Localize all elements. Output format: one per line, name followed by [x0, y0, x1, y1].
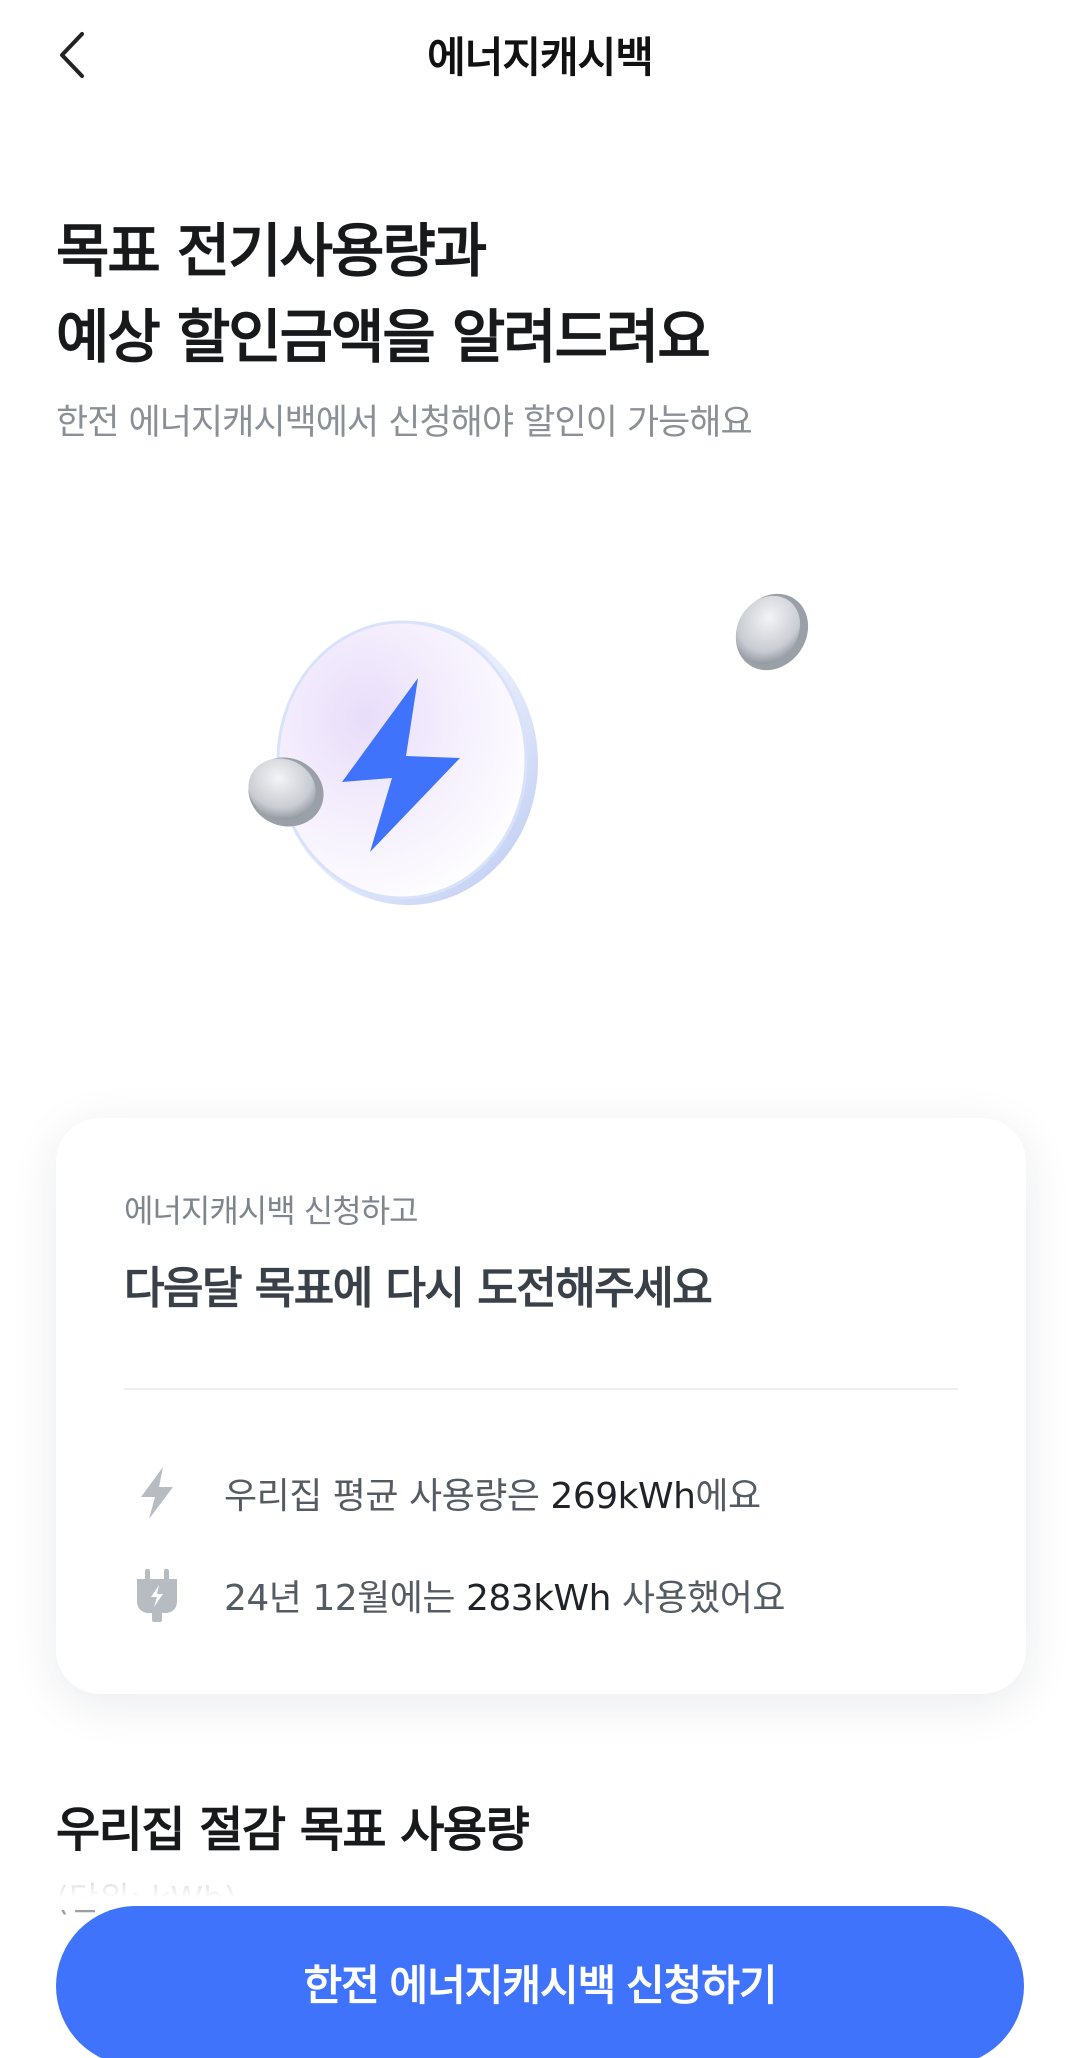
- plug-icon: [124, 1562, 190, 1628]
- divider: [124, 1388, 958, 1390]
- info-text-average: 우리집 평균 사용량은 269kWh에요: [224, 1476, 761, 1517]
- page-title: 에너지캐시백: [427, 33, 654, 82]
- last-month-usage-value: 283kWh: [465, 1578, 611, 1619]
- energy-coin-illustration: [248, 593, 809, 905]
- average-usage-value: 269kWh: [550, 1476, 696, 1517]
- card-subtitle: 에너지캐시백 신청하고: [124, 1192, 419, 1230]
- scroll-fade: [0, 1850, 1080, 1910]
- info-row-last-month: 24년 12월에는 283kWh 사용했어요: [124, 1560, 786, 1630]
- lightning-icon: [124, 1460, 190, 1526]
- apply-cashback-button[interactable]: 한전 에너지캐시백 신청하기: [56, 1906, 1024, 2058]
- hero-title-line2: 예상 할인금액을 알려드려요: [56, 303, 711, 371]
- card-title: 다음달 목표에 다시 도전해주세요: [124, 1263, 713, 1314]
- hero-title: 목표 전기사용량과 예상 할인금액을 알려드려요: [56, 208, 1036, 380]
- info-text-last-month: 24년 12월에는 283kWh 사용했어요: [224, 1578, 786, 1619]
- header: 에너지캐시백: [0, 0, 1080, 110]
- info-row-average: 우리집 평균 사용량은 269kWh에요: [124, 1458, 761, 1528]
- summary-card: 에너지캐시백 신청하고 다음달 목표에 다시 도전해주세요 우리집 평균 사용량…: [56, 1118, 1026, 1694]
- hero-subtitle: 한전 에너지캐시백에서 신청해야 할인이 가능해요: [56, 403, 753, 443]
- hero-title-line1: 목표 전기사용량과: [56, 217, 487, 285]
